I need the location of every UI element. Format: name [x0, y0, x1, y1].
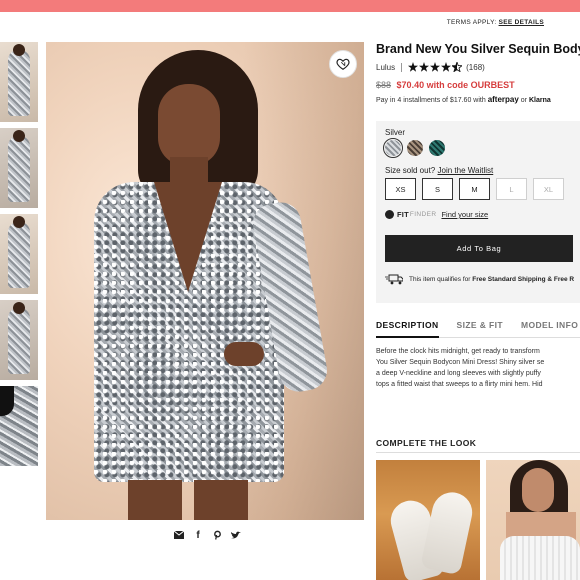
sold-out-notice: Size sold out? Join the Waitlist [385, 166, 493, 175]
swatch-emerald[interactable] [429, 140, 445, 156]
rating-row: Lulus (168) [376, 62, 580, 72]
divider [401, 62, 403, 72]
look-model-top [500, 536, 580, 580]
half-star-icon [452, 62, 463, 72]
tab-model-info[interactable]: MODEL INFO [521, 320, 578, 338]
shipping-notice: This item qualifies for Free Standard Sh… [385, 274, 574, 285]
model-hand [224, 342, 264, 366]
shipping-prefix: This item qualifies for [409, 276, 471, 283]
description-line: tops a fitted waist that sweeps to a fli… [376, 381, 543, 388]
swatch-silver[interactable] [383, 138, 403, 158]
shipping-bold: Free Standard Shipping & Free R [472, 276, 575, 283]
size-m[interactable]: M [459, 178, 490, 200]
thumbnail-3[interactable] [0, 214, 38, 294]
model-legs [128, 480, 248, 520]
main-product-image[interactable] [46, 42, 364, 520]
star-rating[interactable] [408, 62, 463, 72]
sold-out-text: Size sold out? [385, 166, 436, 175]
size-xs[interactable]: XS [385, 178, 416, 200]
installments: Pay in 4 installments of $17.60 with aft… [376, 95, 580, 104]
thumbnail-1[interactable] [0, 42, 38, 122]
find-your-size-link[interactable]: Find your size [441, 210, 488, 219]
star-icon [430, 62, 441, 72]
star-icon [408, 62, 419, 72]
terms-prefix: TERMS APPLY: [446, 19, 497, 26]
description-line: You Silver Sequin Bodycon Mini Dress! Sh… [376, 359, 545, 366]
wishlist-button[interactable] [329, 50, 357, 78]
truck-icon [385, 274, 403, 285]
star-icon [419, 62, 430, 72]
fit-finder: FIT FINDER Find your size [385, 210, 488, 219]
description-line: a deep V-neckline and long sleeves with … [376, 370, 541, 377]
or-text: or [520, 97, 527, 104]
heel-shoe [420, 488, 476, 576]
brand-name[interactable]: Lulus [376, 63, 395, 72]
purchase-options-panel: Silver Size sold out? Join the Waitlist … [376, 121, 580, 303]
finder-logo: FINDER [409, 211, 437, 218]
product-description: Before the clock hits midnight, get read… [376, 346, 580, 390]
star-icon [441, 62, 452, 72]
fit-finder-icon [385, 210, 394, 219]
price-row: $88 $70.40 with code OURBEST [376, 80, 580, 90]
divider-line [376, 452, 580, 453]
email-share-icon[interactable] [174, 530, 184, 540]
original-price: $88 [376, 80, 392, 90]
color-swatches [383, 138, 445, 158]
afterpay-logo[interactable]: afterpay [488, 95, 519, 104]
klarna-logo[interactable]: Klarna [529, 97, 551, 104]
waitlist-link[interactable]: Join the Waitlist [438, 166, 494, 175]
product-tabs: DESCRIPTION SIZE & FIT MODEL INFO [376, 320, 580, 338]
size-xl[interactable]: XL [533, 178, 564, 200]
thumbnail-gallery [0, 42, 38, 472]
size-s[interactable]: S [422, 178, 453, 200]
share-links: f [174, 530, 241, 541]
product-info: Brand New You Silver Sequin Bodycon Lulu… [376, 42, 580, 104]
promo-banner[interactable] [0, 0, 580, 12]
heart-icon [336, 58, 350, 70]
look-item-model[interactable] [486, 460, 580, 580]
look-model-face [522, 468, 554, 512]
add-to-bag-button[interactable]: Add To Bag [385, 235, 573, 262]
swatch-gold[interactable] [407, 140, 423, 156]
installments-text: Pay in 4 installments of $17.60 with [376, 97, 486, 104]
terms-notice: TERMS APPLY: SEE DETAILS [447, 19, 544, 26]
sale-price: $70.40 with code OURBEST [396, 80, 515, 90]
thumbnail-2[interactable] [0, 128, 38, 208]
review-count[interactable]: (168) [466, 63, 485, 72]
facebook-share-icon[interactable]: f [193, 530, 203, 541]
tab-description[interactable]: DESCRIPTION [376, 320, 439, 338]
product-title: Brand New You Silver Sequin Bodycon [376, 42, 580, 56]
twitter-share-icon[interactable] [231, 530, 241, 540]
model-face [158, 84, 220, 166]
description-line: Before the clock hits midnight, get read… [376, 348, 540, 355]
thumbnail-4[interactable] [0, 300, 38, 380]
thumbnail-5[interactable] [0, 386, 38, 466]
size-l[interactable]: L [496, 178, 527, 200]
see-details-link[interactable]: SEE DETAILS [499, 19, 544, 26]
pinterest-share-icon[interactable] [212, 530, 222, 540]
tab-size-fit[interactable]: SIZE & FIT [457, 320, 504, 338]
look-item-heels[interactable] [376, 460, 480, 580]
size-selector: XS S M L XL [385, 178, 564, 200]
fit-logo: FIT [397, 210, 409, 219]
complete-the-look-heading: COMPLETE THE LOOK [376, 438, 477, 448]
color-label: Silver [385, 128, 406, 137]
dress-neckline [154, 182, 222, 292]
